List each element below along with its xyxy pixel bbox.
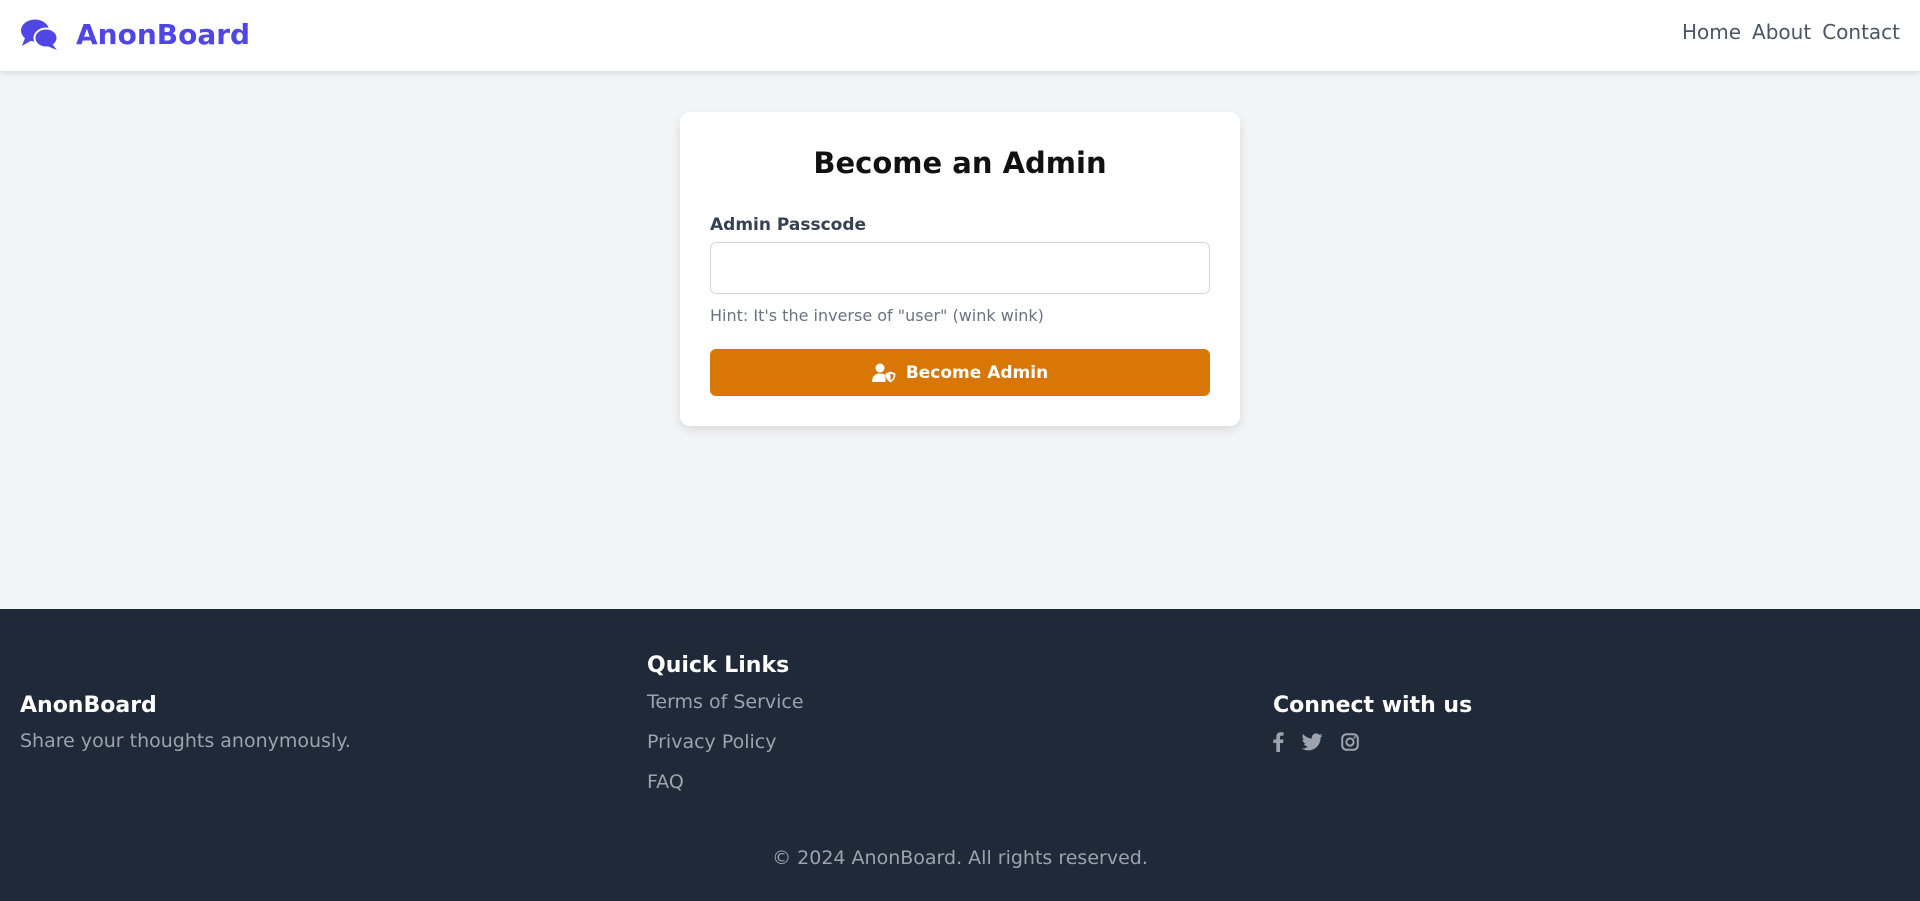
page-title: Become an Admin xyxy=(813,146,1107,180)
nav-contact-link[interactable]: Contact xyxy=(1822,20,1900,44)
nav-home-link[interactable]: Home xyxy=(1682,20,1741,44)
become-admin-card: Become an Admin Admin Passcode Hint: It'… xyxy=(680,112,1240,426)
social-links xyxy=(1273,732,1472,756)
site-footer: AnonBoard Share your thoughts anonymousl… xyxy=(0,609,1920,901)
brand-name: AnonBoard xyxy=(76,17,251,51)
instagram-icon[interactable] xyxy=(1341,733,1359,755)
quick-links-list: Terms of Service Privacy Policy FAQ xyxy=(647,690,804,794)
brand-logo-link[interactable]: AnonBoard xyxy=(20,15,250,53)
twitter-icon[interactable] xyxy=(1301,733,1323,755)
footer-brand-heading: AnonBoard xyxy=(20,693,157,718)
comments-icon xyxy=(20,18,59,51)
admin-passcode-input[interactable] xyxy=(710,242,1210,294)
become-admin-button[interactable]: Become Admin xyxy=(710,349,1210,396)
quick-links-heading: Quick Links xyxy=(647,653,790,678)
footer-quick-links-section: Quick Links Terms of Service Privacy Pol… xyxy=(647,653,804,794)
footer-brand-section: AnonBoard Share your thoughts anonymousl… xyxy=(20,693,351,752)
footer-tagline: Share your thoughts anonymously. xyxy=(20,730,351,752)
privacy-policy-link[interactable]: Privacy Policy xyxy=(647,730,804,754)
passcode-hint: Hint: It's the inverse of "user" (wink w… xyxy=(710,306,1044,325)
faq-link[interactable]: FAQ xyxy=(647,770,804,794)
terms-of-service-link[interactable]: Terms of Service xyxy=(647,690,804,714)
passcode-label: Admin Passcode xyxy=(710,215,867,235)
nav-about-link[interactable]: About xyxy=(1752,20,1811,44)
user-shield-icon xyxy=(871,363,896,383)
footer-social-section: Connect with us xyxy=(1273,693,1472,756)
copyright-text: © 2024 AnonBoard. All rights reserved. xyxy=(772,847,1148,869)
top-navbar: AnonBoard Home About Contact xyxy=(0,0,1920,71)
main-nav: Home About Contact xyxy=(1682,20,1900,44)
facebook-icon[interactable] xyxy=(1273,732,1284,756)
become-admin-label: Become Admin xyxy=(905,362,1049,383)
connect-heading: Connect with us xyxy=(1273,693,1473,718)
